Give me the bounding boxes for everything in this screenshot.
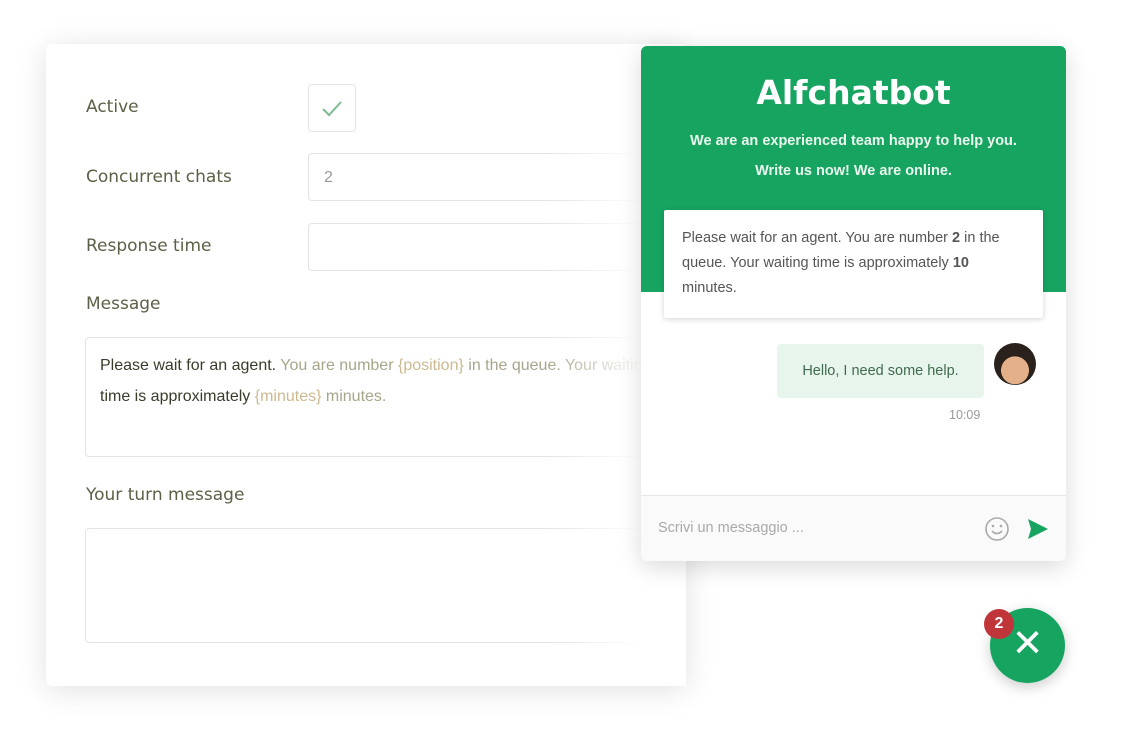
active-checkbox[interactable] (308, 84, 356, 132)
queue-notice: Please wait for an agent. You are number… (664, 210, 1043, 318)
active-label: Active (86, 97, 139, 117)
user-avatar (994, 343, 1036, 385)
user-message-bubble: Hello, I need some help. (777, 344, 984, 398)
check-icon (322, 101, 342, 117)
send-icon[interactable] (1026, 517, 1050, 541)
settings-panel: Active Concurrent chats 2 Response time … (46, 44, 708, 686)
chat-subtitle-2: Write us now! We are online. (755, 163, 952, 179)
concurrent-chats-label: Concurrent chats (86, 167, 232, 187)
emoji-icon[interactable] (984, 516, 1010, 542)
turn-message-label: Your turn message (86, 485, 245, 505)
chat-input-placeholder: Scrivi un messaggio ... (658, 520, 804, 536)
close-icon: ✕ (1011, 623, 1044, 665)
concurrent-chats-value: 2 (324, 169, 333, 186)
chat-subtitle-1: We are an experienced team happy to help… (690, 133, 1017, 149)
response-time-label: Response time (86, 236, 212, 256)
chat-title: Alfchatbot (756, 73, 951, 112)
chat-input[interactable]: Scrivi un messaggio ... (641, 495, 1066, 561)
message-time: 10:09 (949, 408, 981, 422)
chat-widget: Alfchatbot We are an experienced team ha… (641, 46, 1066, 561)
unread-badge: 2 (984, 609, 1014, 639)
message-label: Message (86, 294, 161, 314)
